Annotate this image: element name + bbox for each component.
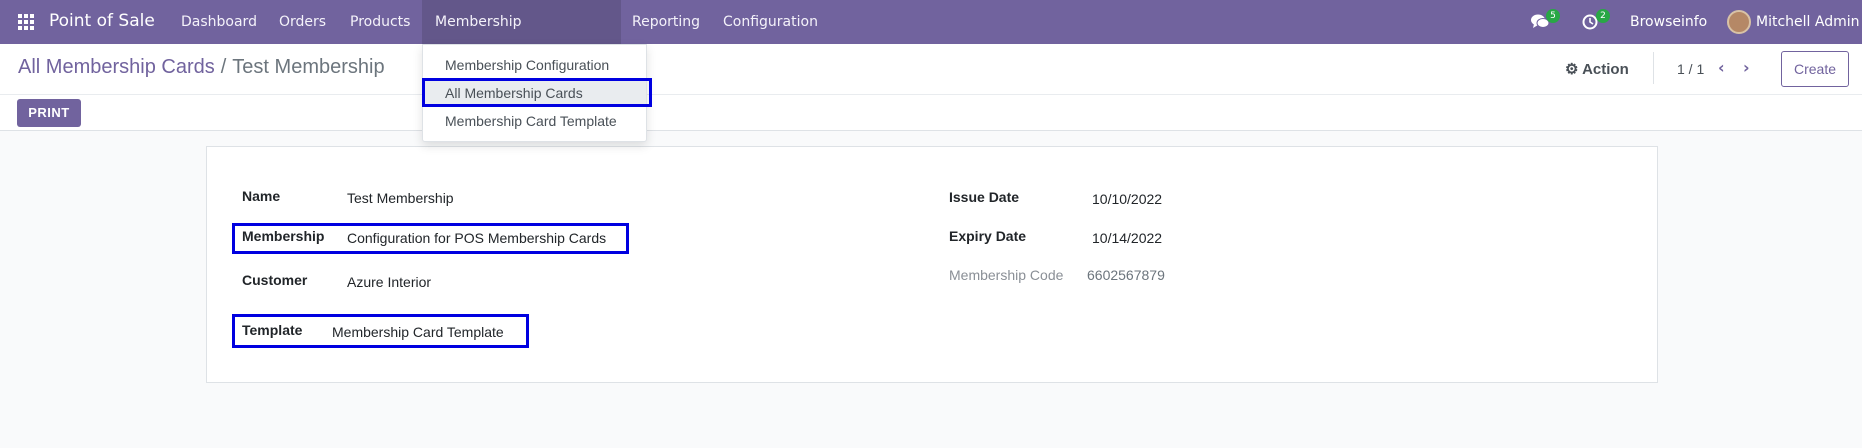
messages-count-badge: 5	[1546, 9, 1560, 23]
membership-code-value: 6602567879	[1087, 267, 1165, 283]
create-button[interactable]: Create	[1781, 51, 1849, 87]
template-field[interactable]: Membership Card Template	[332, 324, 504, 340]
top-navbar: Point of Sale Dashboard Orders Products …	[0, 0, 1862, 74]
breadcrumb-separator: /	[220, 56, 227, 78]
customer-label: Customer	[242, 272, 308, 288]
membership-label: Membership	[242, 228, 325, 244]
expiry-date-label: Expiry Date	[949, 228, 1027, 244]
name-label: Name	[242, 188, 281, 204]
menu-membership-management[interactable]: Membership Management	[422, 0, 621, 74]
dropdown-item-all-membership-cards[interactable]: All Membership Cards	[423, 80, 646, 106]
issue-date-field[interactable]: 10/10/2022	[1092, 191, 1162, 207]
dropdown-item-membership-configuration[interactable]: Membership Configuration	[423, 52, 646, 78]
breadcrumb-parent-link[interactable]: All Membership Cards	[18, 56, 215, 78]
pager-value[interactable]: 1 / 1	[1677, 61, 1704, 77]
print-button[interactable]: PRINT	[17, 99, 81, 127]
company-switcher[interactable]: Browseinfo	[1630, 0, 1707, 44]
customer-field[interactable]: Azure Interior	[347, 274, 431, 290]
expiry-date-field[interactable]: 10/14/2022	[1092, 230, 1162, 246]
divider	[1653, 52, 1654, 84]
breadcrumb-current: Test Membership	[232, 56, 385, 78]
action-menu-button[interactable]: ⚙ Action	[1565, 60, 1629, 78]
gear-icon: ⚙	[1565, 61, 1579, 78]
membership-field[interactable]: Configuration for POS Membership Cards	[347, 230, 606, 246]
template-label: Template	[242, 322, 303, 338]
membership-code-label: Membership Code	[949, 267, 1064, 283]
apps-grid-icon[interactable]	[18, 14, 34, 30]
menu-dashboard[interactable]: Dashboard	[168, 0, 270, 44]
menu-configuration[interactable]: Configuration	[710, 0, 831, 44]
avatar[interactable]	[1727, 10, 1751, 34]
app-brand[interactable]: Point of Sale	[49, 11, 155, 31]
menu-reporting[interactable]: Reporting	[619, 0, 713, 44]
membership-management-dropdown: Membership Configuration All Membership …	[422, 44, 647, 142]
control-panel: All Membership Cards / Test Membership ⚙ A…	[0, 44, 1862, 131]
menu-orders[interactable]: Orders	[266, 0, 339, 44]
user-menu[interactable]: Mitchell Admin	[1756, 0, 1860, 44]
issue-date-label: Issue Date	[949, 189, 1020, 205]
breadcrumb: All Membership Cards / Test Membership	[18, 56, 385, 79]
control-panel-divider	[0, 94, 1862, 95]
chevron-left-icon[interactable]: ‹	[1718, 58, 1725, 77]
name-field[interactable]: Test Membership	[347, 190, 454, 206]
action-label: Action	[1582, 61, 1629, 78]
menu-products[interactable]: Products	[337, 0, 423, 44]
form-sheet	[206, 146, 1658, 383]
chevron-right-icon[interactable]: ›	[1743, 58, 1750, 77]
dropdown-item-membership-card-template[interactable]: Membership Card Template	[423, 108, 646, 134]
activities-count-badge: 2	[1596, 9, 1610, 23]
